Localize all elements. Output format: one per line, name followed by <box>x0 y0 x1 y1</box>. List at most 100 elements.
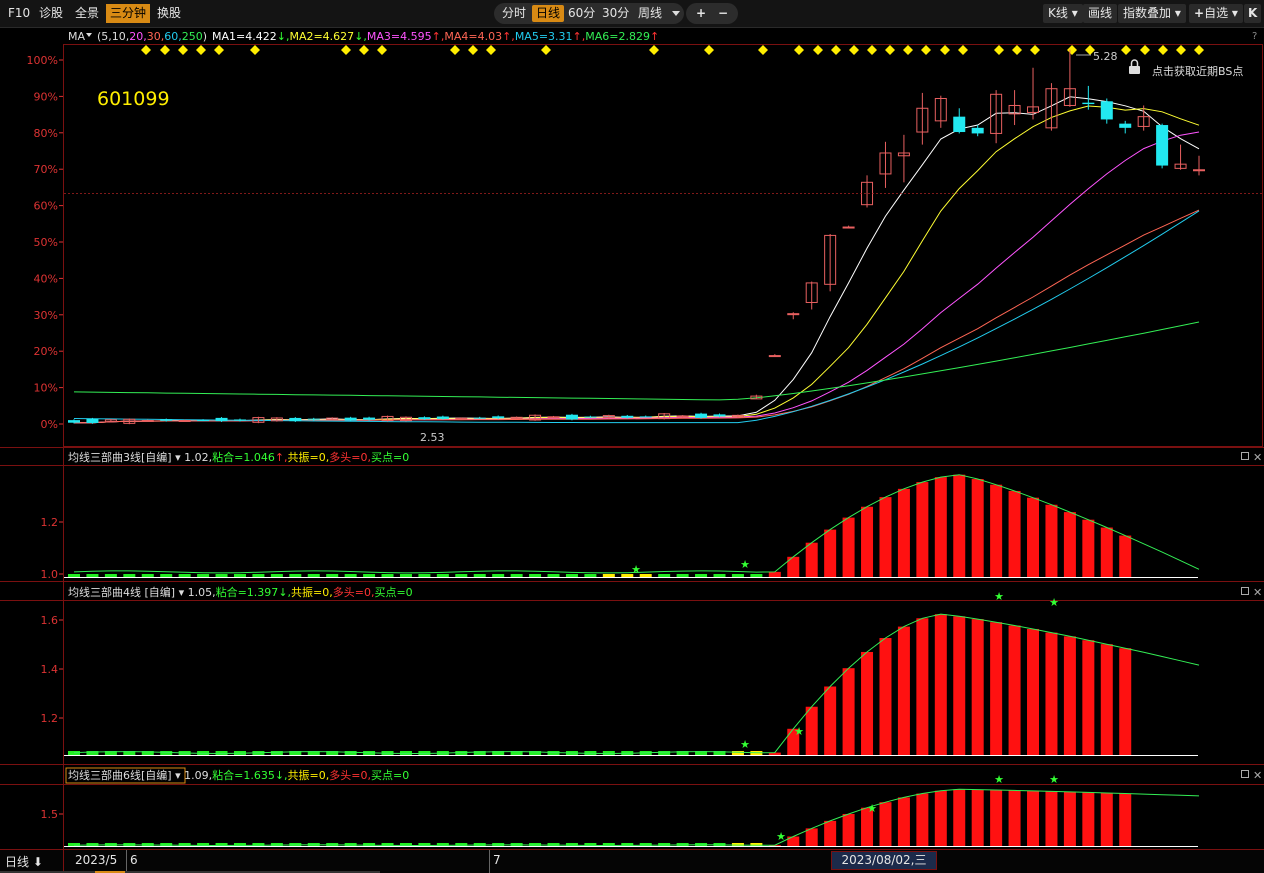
sub-bar <box>215 574 228 577</box>
watchlist-button[interactable]: +自选 ▾ <box>1189 4 1243 23</box>
candle-down <box>565 414 578 420</box>
tab-30min[interactable]: 30分 <box>598 5 633 22</box>
index-overlay-button[interactable]: 指数叠加 ▾ <box>1118 4 1186 23</box>
sub-bar <box>990 484 1003 577</box>
bs-hint[interactable]: 点击获取近期BS点 <box>1129 59 1243 78</box>
sub-bar <box>953 616 966 755</box>
candle-up <box>842 226 855 229</box>
sub-bar <box>1045 632 1058 755</box>
tab-intraday[interactable]: 分时 <box>498 5 530 22</box>
overview-button[interactable]: 全景 <box>71 4 103 23</box>
sub-bar <box>879 638 892 755</box>
ma-indicator-name[interactable]: MA <box>68 30 85 43</box>
axis-divider <box>63 850 64 873</box>
help-icon[interactable]: ? <box>1252 31 1257 42</box>
sub-bar <box>916 793 929 846</box>
sub-bar <box>1063 512 1076 577</box>
signal-diamond <box>468 45 478 55</box>
sub-bar <box>1063 636 1076 755</box>
signal-diamond <box>1121 45 1131 55</box>
signal-diamond <box>885 45 895 55</box>
star-icon: ★ <box>740 558 750 571</box>
candle-up <box>547 416 560 419</box>
sub-bar <box>713 574 726 577</box>
candle-down <box>639 416 652 418</box>
sub-bar <box>824 820 837 846</box>
sub-bar <box>547 574 560 577</box>
sub-bar <box>805 542 818 577</box>
subpanel-field: 买点=0 <box>371 769 409 782</box>
chevron-down-icon[interactable] <box>86 33 92 37</box>
candle-down <box>68 420 80 423</box>
sub-bar <box>861 651 874 755</box>
candle-down <box>215 417 228 422</box>
candle-down <box>436 416 449 419</box>
sub-bar <box>861 506 874 577</box>
y-tick-label: 50% <box>34 236 58 249</box>
collapse-icon: K <box>1248 6 1258 20</box>
tab-60min[interactable]: 60分 <box>564 5 599 22</box>
zoom-in-button[interactable]: + <box>692 5 710 22</box>
subpanel-field: 粘合=1.046 <box>212 450 275 464</box>
subpanel-title[interactable]: 均线三部曲3线[自编] ▾ 1.02,粘合=1.046↑,共振=0,多头=0,买… <box>68 450 409 464</box>
candle-up <box>141 419 154 422</box>
sub-bar <box>1027 628 1040 755</box>
y-tick-label: 10% <box>34 382 58 395</box>
signal-diamond <box>758 45 768 55</box>
sub-bar <box>1045 791 1058 846</box>
subpanel-title[interactable]: 均线三部曲6线[自编] ▾ 1.09,粘合=1.635↓,共振=0,多头=0,买… <box>68 768 409 782</box>
period-label: 日线 <box>5 855 30 869</box>
signal-diamond <box>849 45 859 55</box>
sub-bar <box>990 622 1003 755</box>
subpanel-3line: 1.2 1.0 ★ ★ <box>41 474 1200 581</box>
draw-line-button[interactable]: 画线 <box>1083 4 1118 23</box>
sub-bar <box>971 789 984 846</box>
period-indicator[interactable]: 日线 ⬇ <box>5 853 43 870</box>
three-minute-button[interactable]: 三分钟 <box>106 4 151 23</box>
candle-down <box>160 419 173 421</box>
signal-diamond <box>1176 45 1186 55</box>
tab-weekly[interactable]: 周线 <box>634 5 666 22</box>
subpanel-title[interactable]: 均线三部曲4线 [自编] ▾ 1.05,粘合=1.397↓,共振=0,多头=0,… <box>68 585 413 599</box>
f10-button[interactable]: F10 <box>4 4 34 23</box>
maximize-icon[interactable] <box>1241 770 1249 778</box>
signal-diamond <box>450 45 460 55</box>
ma6-line <box>73 321 1200 401</box>
chevron-down-icon[interactable] <box>672 11 680 16</box>
sub-y-label: 1.2 <box>41 516 59 529</box>
sub-bar <box>1008 790 1021 846</box>
sub-bar <box>252 574 265 577</box>
signal-diamond <box>994 45 1004 55</box>
low-price-label: 2.53 <box>420 431 445 444</box>
subpanel-field: 多头=0, <box>329 768 371 782</box>
sub-bar <box>584 574 597 577</box>
signal-diamond <box>704 45 714 55</box>
sub-bar <box>1100 792 1113 846</box>
kline-menu-button[interactable]: K线 ▾ <box>1043 4 1083 23</box>
candle-down <box>1156 125 1169 166</box>
zoom-out-button[interactable]: − <box>714 5 732 22</box>
sub-bar <box>344 574 357 577</box>
maximize-icon[interactable] <box>1241 587 1249 595</box>
sub-bar <box>492 574 505 577</box>
candle-down <box>418 417 431 420</box>
diagnose-button[interactable]: 诊股 <box>35 4 67 23</box>
change-stock-button[interactable]: 换股 <box>153 4 185 23</box>
subpanel-field: 均线三部曲4线 [自编] <box>68 585 175 599</box>
sub-bar <box>307 574 320 577</box>
subpanel-field: 均线三部曲6线[自编] <box>68 768 172 782</box>
cursor-date: 2023/08/02,三 <box>831 851 937 870</box>
close-icon[interactable]: ✕ <box>1253 451 1262 464</box>
chart-area[interactable]: MA (5,10,20,30,60,250) MA1=4.422↓,MA2=4.… <box>0 27 1264 849</box>
y-tick-label: 70% <box>34 163 58 176</box>
signal-diamond <box>250 45 260 55</box>
collapse-button[interactable]: K <box>1244 4 1262 23</box>
bs-hint-text[interactable]: 点击获取近期BS点 <box>1152 65 1243 78</box>
maximize-icon[interactable] <box>1241 452 1249 460</box>
sub-bar <box>787 836 800 846</box>
sub-bar <box>695 574 708 577</box>
lock-icon <box>1129 66 1140 74</box>
close-icon[interactable]: ✕ <box>1253 586 1262 599</box>
close-icon[interactable]: ✕ <box>1253 769 1262 782</box>
tab-daily[interactable]: 日线 <box>532 5 565 22</box>
